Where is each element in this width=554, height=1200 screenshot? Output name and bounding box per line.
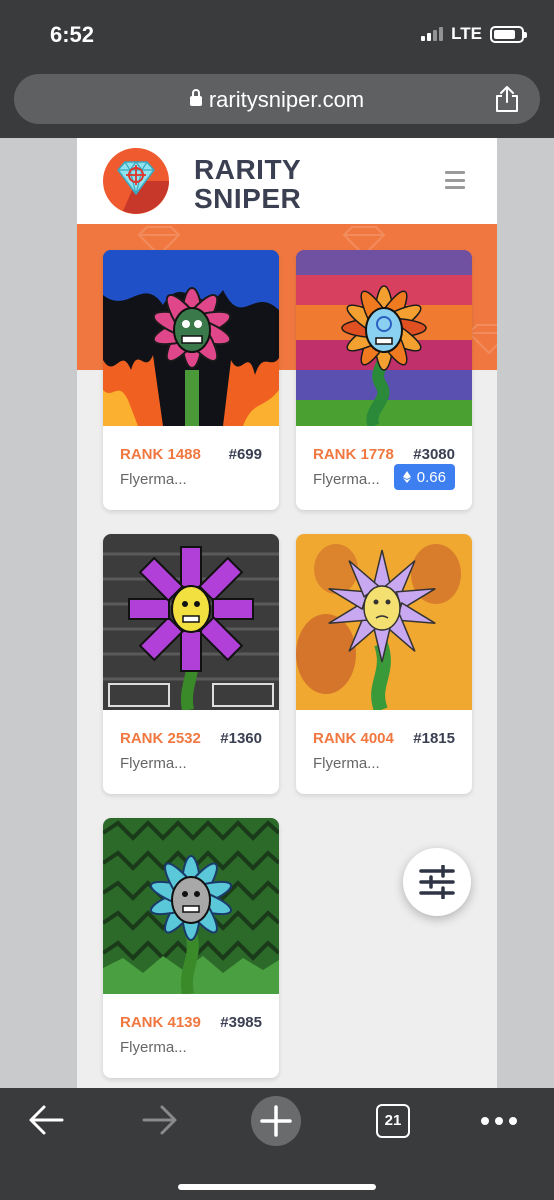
card-rank: RANK 1778	[313, 446, 394, 463]
card-rank: RANK 2532	[120, 730, 201, 747]
nft-artwork-image	[296, 250, 472, 426]
card-collection-name: Flyerma...	[313, 755, 380, 772]
signal-icon	[421, 27, 444, 41]
site-header: RARITY SNIPER	[77, 138, 497, 224]
more-dots-icon[interactable]	[480, 1116, 518, 1126]
card-collection-name: Flyerma...	[120, 755, 187, 772]
filter-button[interactable]	[403, 848, 471, 916]
status-indicators: LTE	[421, 24, 527, 44]
hamburger-menu-icon[interactable]	[445, 171, 465, 189]
card-rank: RANK 1488	[120, 446, 201, 463]
back-arrow-icon[interactable]	[28, 1104, 64, 1136]
price-value: 0.66	[416, 468, 446, 486]
logo-line1: RARITY	[194, 154, 302, 185]
network-label: LTE	[451, 24, 482, 43]
plus-icon[interactable]	[251, 1096, 301, 1146]
card-collection-name: Flyerma...	[313, 471, 380, 488]
nft-card[interactable]: RANK 4139 #3985 Flyerma...	[103, 818, 279, 1078]
nft-artwork-image	[296, 534, 472, 710]
status-bar: 6:52 LTE	[0, 0, 554, 64]
home-indicator	[178, 1184, 376, 1190]
card-token-id: #3985	[220, 1014, 262, 1031]
url-text: raritysniper.com	[208, 87, 365, 112]
card-rank: RANK 4139	[120, 1014, 201, 1031]
forward-arrow-icon[interactable]	[142, 1104, 178, 1136]
nft-artwork-image	[103, 250, 279, 426]
card-token-id: #3080	[413, 446, 455, 463]
nft-card[interactable]: RANK 2532 #1360 Flyerma...	[103, 534, 279, 794]
address-bar[interactable]: raritysniper.com	[14, 74, 540, 124]
sliders-filter-icon	[419, 865, 455, 899]
card-token-id: #699	[228, 446, 262, 463]
card-collection-name: Flyerma...	[120, 471, 187, 488]
card-collection-name: Flyerma...	[120, 1039, 187, 1056]
logo-line2: SNIPER	[194, 183, 302, 214]
status-time: 6:52	[50, 22, 95, 47]
nft-card[interactable]: RANK 1488 #699 Flyerma...	[103, 250, 279, 510]
rarity-sniper-logo[interactable]	[103, 148, 169, 214]
nft-card[interactable]: RANK 1778 #3080 Flyerma... 0.66	[296, 250, 472, 510]
nft-artwork-image	[103, 818, 279, 994]
card-token-id: #1815	[413, 730, 455, 747]
card-rank: RANK 4004	[313, 730, 394, 747]
site-logo-text[interactable]: RARITY SNIPER	[194, 155, 301, 213]
nft-artwork-image	[103, 534, 279, 710]
price-badge[interactable]: 0.66	[393, 464, 455, 490]
nft-card[interactable]: RANK 4004 #1815 Flyerma...	[296, 534, 472, 794]
battery-icon	[490, 25, 527, 43]
lock-icon	[189, 89, 202, 106]
eth-icon	[402, 471, 411, 483]
tabs-count-button[interactable]: 21	[376, 1104, 410, 1138]
card-token-id: #1360	[220, 730, 262, 747]
share-icon[interactable]	[494, 85, 520, 113]
web-viewport: RARITY SNIPER RANK 1488 #699 Flyerma... …	[0, 138, 554, 1088]
browser-top-bar: raritysniper.com	[0, 64, 554, 138]
page: RARITY SNIPER RANK 1488 #699 Flyerma... …	[77, 138, 497, 1088]
